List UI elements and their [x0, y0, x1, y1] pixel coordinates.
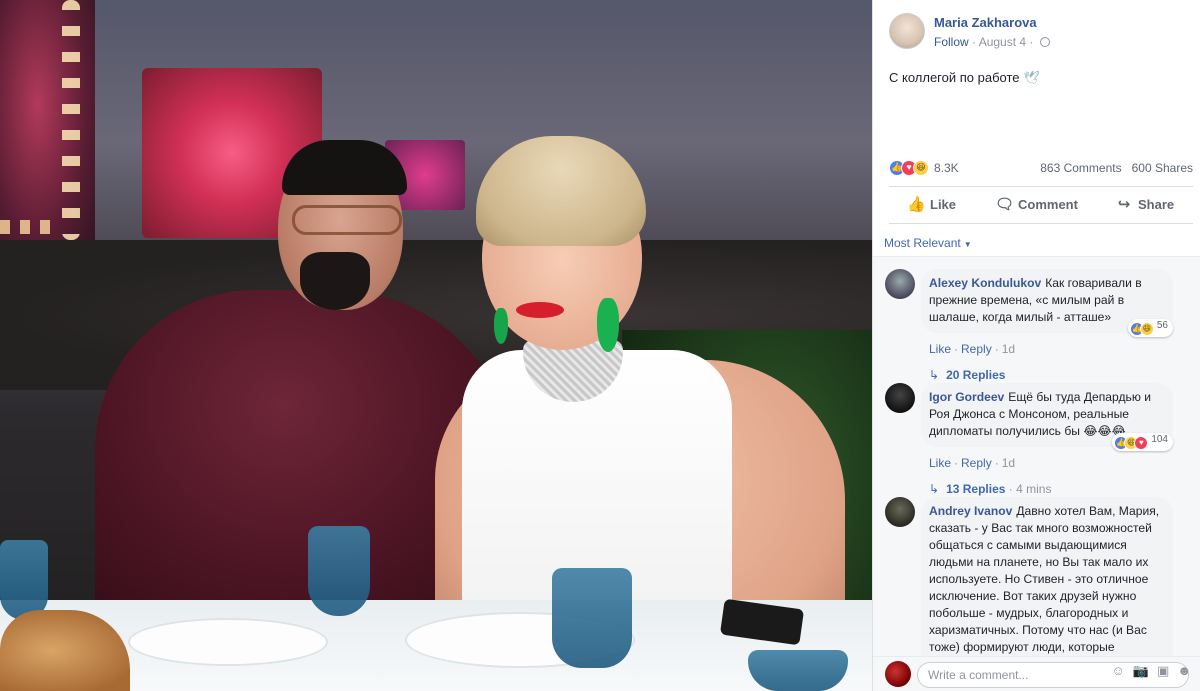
comment-reply-link[interactable]: Reply [961, 342, 992, 356]
comment-time[interactable]: 1d [1002, 342, 1015, 356]
comment-reaction-count: 56 [1156, 320, 1168, 331]
sticker-icon[interactable]: ☻ [1177, 663, 1191, 678]
comment-text: Давно хотел Вам, Мария, сказать - у Вас … [929, 504, 1160, 667]
comment-reply-link[interactable]: Reply [961, 456, 992, 470]
meta-separator: · [972, 35, 977, 49]
commenter-name[interactable]: Andrey Ivanov [929, 504, 1012, 518]
blue-glass [0, 540, 48, 620]
comment-input-placeholder: Write a comment... [928, 668, 1029, 682]
reply-arrow-icon: ↳ [929, 368, 940, 382]
current-user-avatar [885, 661, 911, 687]
blue-glass [748, 650, 848, 691]
woman-red-lips [516, 302, 564, 318]
replies-count: 20 Replies [946, 368, 1006, 382]
share-button-label: Share [1138, 197, 1175, 212]
commenter-avatar[interactable] [885, 497, 915, 527]
meta-separator: · [1029, 35, 1034, 49]
comment-composer: Write a comment... ☺ 📷 ▣ ☻ [873, 656, 1200, 691]
like-button[interactable]: 👍 Like [907, 187, 956, 223]
author-avatar[interactable] [889, 13, 925, 49]
haha-reaction-icon: 😆 [1139, 322, 1154, 336]
view-replies-link[interactable]: ↳ 13 Replies · 4 mins [929, 482, 1051, 496]
comment-like-link[interactable]: Like [929, 342, 951, 356]
emoji-icon[interactable]: ☺ [1112, 663, 1125, 678]
dove-icon: 🕊 [1023, 70, 1041, 85]
blue-glass [308, 526, 370, 616]
green-earring-left [494, 308, 508, 344]
post-photo[interactable] [0, 0, 872, 691]
comment-button[interactable]: 🗨 Comment [995, 187, 1078, 223]
post-side-panel: Maria Zakharova Follow · August 4 · С ко… [872, 0, 1200, 691]
comment-time[interactable]: 1d [1002, 456, 1015, 470]
commenter-avatar[interactable] [885, 269, 915, 299]
chevron-down-icon: ▼ [963, 240, 972, 249]
sort-label: Most Relevant [884, 236, 961, 250]
comment-sort-dropdown[interactable]: Most Relevant ▼ [884, 236, 972, 250]
post-header: Maria Zakharova Follow · August 4 · [873, 0, 1200, 60]
comment-actions: Like · Reply · 1d [929, 456, 1016, 470]
comment-bubble: Andrey Ivanov Давно хотел Вам, Мария, ска… [921, 497, 1173, 667]
gif-icon[interactable]: ▣ [1157, 663, 1169, 678]
commenter-name[interactable]: Igor Gordeev [929, 390, 1004, 404]
light-bulbs-row [0, 220, 60, 234]
composer-icons: ☺ 📷 ▣ ☻ [1104, 663, 1191, 679]
like-button-label: Like [930, 197, 957, 212]
author-name[interactable]: Maria Zakharova [934, 15, 1037, 30]
light-bulbs-column [62, 0, 80, 240]
blue-glass [552, 568, 632, 668]
post-caption-text: С коллегой по работе [889, 70, 1020, 85]
post-meta: Follow · August 4 · [934, 35, 1050, 49]
comments-shares-counts: 863 Comments 600 Shares [1040, 161, 1193, 175]
man-glasses [292, 205, 402, 235]
reactions-count[interactable]: 8.3K [934, 161, 959, 175]
dinner-plate [128, 618, 328, 666]
camera-icon[interactable]: 📷 [1133, 663, 1149, 678]
comment-actions: Like · Reply · 1d [929, 342, 1016, 356]
share-button[interactable]: ↪ Share [1115, 187, 1174, 223]
comment-reaction-count: 104 [1151, 434, 1168, 445]
share-arrow-icon: ↪ [1117, 196, 1131, 213]
replies-time: 4 mins [1016, 482, 1052, 496]
comments-list: Alexey Kondulukov Как говаривали в прежни… [873, 256, 1200, 667]
green-earring-right [597, 298, 619, 352]
commenter-avatar[interactable] [885, 383, 915, 413]
night-sky [0, 0, 872, 260]
man-beard [300, 252, 370, 310]
replies-count: 13 Replies [946, 482, 1006, 496]
comment-button-label: Comment [1018, 197, 1078, 212]
comments-count[interactable]: 863 Comments [1040, 161, 1121, 175]
post-date[interactable]: August 4 [979, 35, 1026, 49]
thumbs-up-icon: 👍 [907, 196, 926, 213]
shares-count[interactable]: 600 Shares [1132, 161, 1193, 175]
comment-reactions[interactable]: 👍😆 ♥ 104 [1112, 433, 1173, 451]
commenter-name[interactable]: Alexey Kondulukov [929, 276, 1041, 290]
view-replies-link[interactable]: ↳ 20 Replies [929, 368, 1005, 382]
comment-reactions[interactable]: 👍😆 56 [1127, 319, 1173, 337]
haha-reaction-icon[interactable]: 😆 [913, 160, 929, 176]
love-reaction-icon: ♥ [1134, 436, 1149, 450]
globe-icon [1039, 37, 1050, 47]
post-action-bar: 👍 Like 🗨 Comment ↪ Share [889, 186, 1193, 224]
speech-bubble-icon: 🗨 [995, 196, 1015, 213]
post-stats: 👍 ♥ 😆 8.3K 863 Comments 600 Shares [889, 160, 1193, 178]
post-caption: С коллегой по работе 🕊 [889, 70, 1040, 86]
follow-link[interactable]: Follow [934, 35, 969, 49]
reply-arrow-icon: ↳ [929, 482, 940, 496]
comment-like-link[interactable]: Like [929, 456, 951, 470]
